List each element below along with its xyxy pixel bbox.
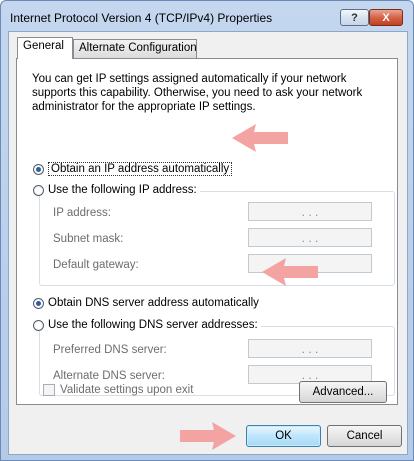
- ok-button-label: OK: [275, 430, 292, 442]
- close-button[interactable]: X: [369, 9, 403, 26]
- pointer-arrow-icon: [232, 124, 288, 152]
- pointer-arrow-icon: [180, 422, 236, 450]
- default-gateway-label: Default gateway:: [53, 259, 139, 271]
- ok-button[interactable]: OK: [246, 425, 321, 447]
- subnet-mask-field[interactable]: . . .: [248, 228, 372, 247]
- help-icon: ?: [351, 11, 358, 24]
- validate-settings-checkbox[interactable]: [43, 384, 55, 396]
- tab-alternate-configuration[interactable]: Alternate Configuration: [73, 39, 197, 58]
- ip-address-value: . . .: [301, 204, 319, 219]
- close-icon: X: [382, 11, 390, 24]
- ip-address-field[interactable]: . . .: [248, 202, 372, 221]
- title-bar[interactable]: Internet Protocol Version 4 (TCP/IPv4) P…: [1, 1, 413, 31]
- tab-general[interactable]: General: [17, 37, 73, 59]
- dns-manual-radio[interactable]: [33, 319, 44, 331]
- ip-manual-label: Use the following IP address:: [48, 184, 197, 196]
- ip-auto-label: Obtain an IP address automatically: [48, 162, 233, 176]
- dns-manual-label: Use the following DNS server addresses:: [48, 319, 258, 331]
- preferred-dns-value: . . .: [301, 341, 319, 356]
- general-tab-page: You can get IP settings assigned automat…: [16, 58, 398, 405]
- tab-general-label: General: [23, 40, 64, 52]
- cancel-button[interactable]: Cancel: [327, 425, 402, 447]
- ip-address-label: IP address:: [53, 207, 111, 219]
- subnet-mask-value: . . .: [301, 230, 319, 245]
- intro-text: You can get IP settings assigned automat…: [32, 73, 363, 113]
- preferred-dns-field[interactable]: . . .: [248, 339, 372, 358]
- dns-manual-radio-row[interactable]: Use the following DNS server addresses:: [33, 319, 261, 331]
- subnet-mask-label: Subnet mask:: [53, 233, 124, 245]
- advanced-button-label: Advanced...: [312, 386, 374, 398]
- alternate-dns-label: Alternate DNS server:: [53, 370, 165, 382]
- ip-auto-radio-row[interactable]: Obtain an IP address automatically: [33, 162, 233, 176]
- ip-auto-radio[interactable]: [33, 163, 44, 175]
- alternate-dns-value: . . .: [301, 367, 319, 382]
- dns-auto-radio-row[interactable]: Obtain DNS server address automatically: [33, 297, 259, 309]
- dns-auto-radio[interactable]: [33, 297, 44, 309]
- cancel-button-label: Cancel: [346, 430, 383, 442]
- preferred-dns-label: Preferred DNS server:: [53, 344, 167, 356]
- tab-alternate-label: Alternate Configuration: [79, 42, 197, 54]
- dialog-window: Internet Protocol Version 4 (TCP/IPv4) P…: [0, 0, 414, 461]
- dns-auto-label: Obtain DNS server address automatically: [48, 297, 259, 309]
- validate-settings-label: Validate settings upon exit: [60, 384, 194, 396]
- ip-manual-radio[interactable]: [33, 184, 44, 196]
- ip-manual-radio-row[interactable]: Use the following IP address:: [33, 184, 200, 196]
- ip-manual-group: IP address: . . . Subnet mask: . . . Def…: [39, 191, 395, 286]
- pointer-arrow-icon: [262, 258, 318, 286]
- advanced-button[interactable]: Advanced...: [299, 381, 387, 403]
- help-button[interactable]: ?: [340, 9, 369, 26]
- validate-settings-row[interactable]: Validate settings upon exit: [43, 384, 193, 396]
- window-title: Internet Protocol Version 4 (TCP/IPv4) P…: [10, 11, 273, 25]
